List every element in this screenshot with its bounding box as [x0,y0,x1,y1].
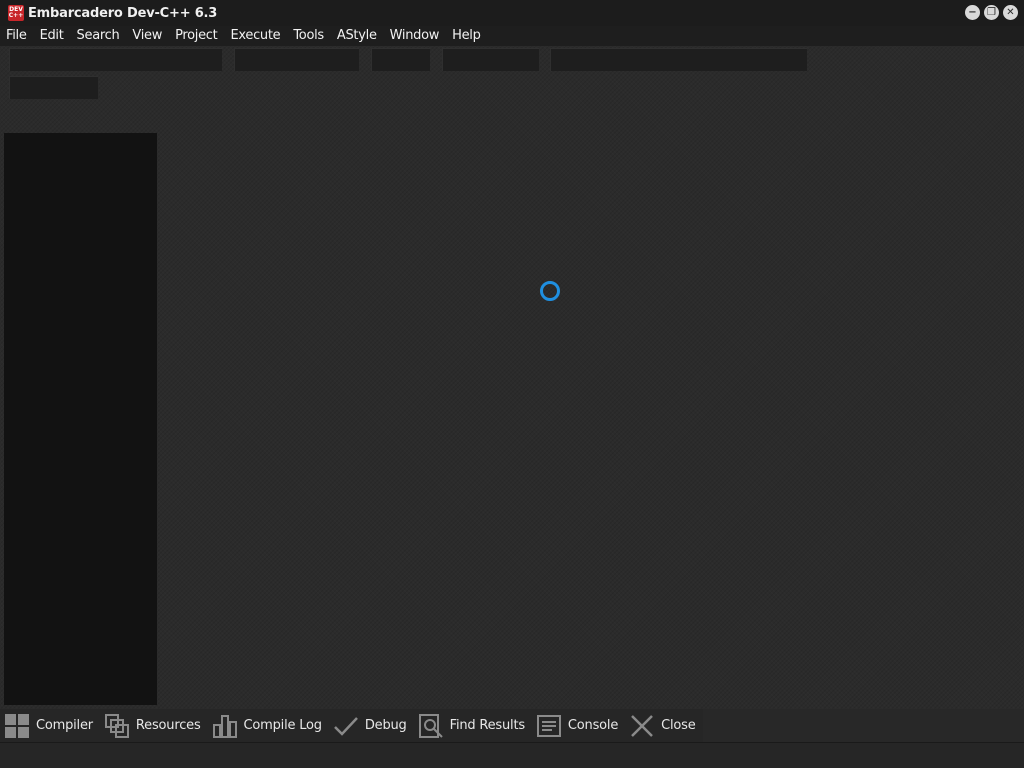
find-icon [418,713,444,739]
menu-view[interactable]: View [126,26,169,46]
menu-help[interactable]: Help [446,26,487,46]
restore-button[interactable]: ❐ [984,5,999,20]
menu-project[interactable]: Project [169,26,224,46]
chart-icon [212,713,238,739]
close-window-button[interactable]: ✕ [1003,5,1018,20]
menu-file[interactable]: File [0,26,34,46]
resources-icon [104,713,130,739]
menu-edit[interactable]: Edit [34,26,71,46]
tab-compile-log[interactable]: Compile Log [207,709,329,742]
close-icon [629,713,655,739]
logo-text-bottom: C++ [8,12,24,19]
bottom-panel-tabs: Compiler Resources Compile Log Debug Fin… [0,709,1024,742]
menu-bar: File Edit Search View Project Execute To… [0,26,1024,46]
toolbar-compile[interactable] [442,48,539,71]
grid-icon [4,713,30,739]
menu-window[interactable]: Window [384,26,446,46]
loading-spinner [540,281,560,301]
tab-console[interactable]: Console [531,709,626,742]
toolbar-main[interactable] [9,48,222,71]
tab-resources[interactable]: Resources [99,709,208,742]
title-bar[interactable]: DEV C++ Embarcadero Dev-C++ 6.3 − ❐ ✕ [0,0,1024,26]
window-title: Embarcadero Dev-C++ 6.3 [28,5,218,21]
toolbar-search[interactable] [371,48,430,71]
tab-label: Compile Log [243,718,323,733]
project-browser-panel[interactable] [4,133,157,705]
check-icon [333,713,359,739]
tab-find-results[interactable]: Find Results [413,709,532,742]
tab-label: Close [661,718,696,733]
tab-label: Find Results [449,718,526,733]
tab-label: Console [567,718,619,733]
minimize-button[interactable]: − [965,5,980,20]
toolbar-specials[interactable] [9,76,98,99]
tab-close[interactable]: Close [625,709,703,742]
menu-search[interactable]: Search [71,26,127,46]
tab-compiler[interactable]: Compiler [0,709,100,742]
status-bar [0,742,1024,768]
toolbar-debug[interactable] [550,48,807,71]
menu-tools[interactable]: Tools [287,26,331,46]
tab-debug[interactable]: Debug [328,709,414,742]
menu-execute[interactable]: Execute [224,26,287,46]
menu-astyle[interactable]: AStyle [331,26,384,46]
tab-label: Resources [135,718,201,733]
app-window: DEV C++ Embarcadero Dev-C++ 6.3 − ❐ ✕ Fi… [0,0,1024,768]
devcpp-logo-icon: DEV C++ [8,5,24,21]
console-icon [536,713,562,739]
window-controls: − ❐ ✕ [965,5,1018,20]
tab-label: Compiler [36,718,93,733]
tab-label: Debug [364,718,407,733]
toolbar-edit[interactable] [234,48,359,71]
